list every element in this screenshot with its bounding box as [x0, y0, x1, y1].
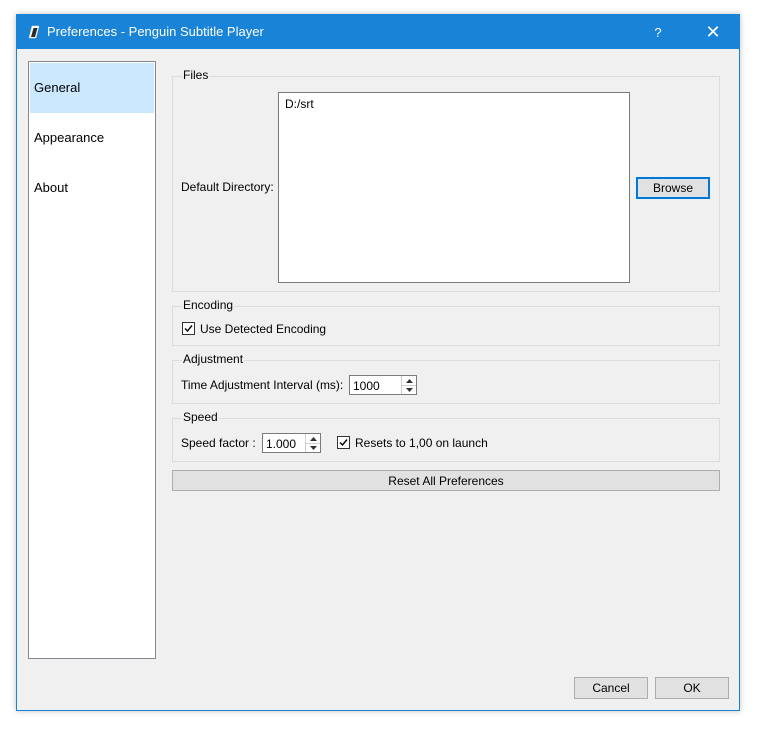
cancel-button-label: Cancel [592, 681, 630, 695]
encoding-group-title: Encoding [182, 298, 235, 312]
default-directory-field[interactable]: D:/srt [278, 92, 630, 283]
speed-group-title: Speed [182, 410, 219, 424]
spinbox-value: 1000 [353, 379, 380, 393]
sidebar-item-appearance[interactable]: Appearance [30, 113, 154, 163]
resets-on-launch-label[interactable]: Resets to 1,00 on launch [355, 436, 488, 450]
sidebar-item-label: General [34, 80, 81, 95]
browse-button-label: Browse [652, 181, 693, 195]
use-detected-encoding-checkbox[interactable] [182, 322, 195, 335]
use-detected-encoding-label[interactable]: Use Detected Encoding [200, 322, 326, 336]
checkmark-icon [184, 325, 193, 333]
sidebar-item-about[interactable]: About [30, 163, 154, 213]
default-directory-label: Default Directory: [181, 180, 274, 194]
time-adjustment-interval-spinbox[interactable]: 1000 [349, 375, 417, 395]
ok-button[interactable]: OK [655, 677, 729, 699]
sidebar-item-label: Appearance [34, 130, 105, 145]
files-group-title: Files [182, 68, 210, 82]
spin-down-arrow-icon[interactable] [402, 385, 416, 394]
sidebar-item-general[interactable]: General [30, 63, 154, 113]
checkmark-icon [339, 439, 348, 447]
category-list[interactable]: General Appearance About [28, 61, 156, 659]
default-directory-value: D:/srt [285, 97, 314, 111]
time-adjustment-interval-label: Time Adjustment Interval (ms): [181, 378, 344, 392]
penguin-app-icon [26, 24, 42, 40]
adjustment-group-title: Adjustment [182, 352, 245, 366]
preferences-dialog: Preferences - Penguin Subtitle Player ? … [16, 14, 740, 711]
speed-factor-label: Speed factor : [181, 436, 256, 450]
window-title: Preferences - Penguin Subtitle Player [47, 24, 264, 39]
spin-down-arrow-icon[interactable] [306, 443, 320, 452]
browse-button[interactable]: Browse [636, 177, 710, 199]
reset-all-preferences-button[interactable]: Reset All Preferences [172, 470, 720, 491]
cancel-button[interactable]: Cancel [574, 677, 648, 699]
close-button[interactable]: ✕ [690, 15, 736, 49]
sidebar-item-label: About [34, 180, 68, 195]
help-button[interactable]: ? [635, 15, 681, 49]
reset-all-preferences-label: Reset All Preferences [388, 473, 504, 488]
spinbox-value: 1.000 [266, 437, 297, 451]
title-bar[interactable]: Preferences - Penguin Subtitle Player ? … [17, 15, 739, 49]
speed-factor-spinbox[interactable]: 1.000 [262, 433, 321, 453]
ok-button-label: OK [683, 681, 701, 695]
resets-on-launch-checkbox[interactable] [337, 436, 350, 449]
